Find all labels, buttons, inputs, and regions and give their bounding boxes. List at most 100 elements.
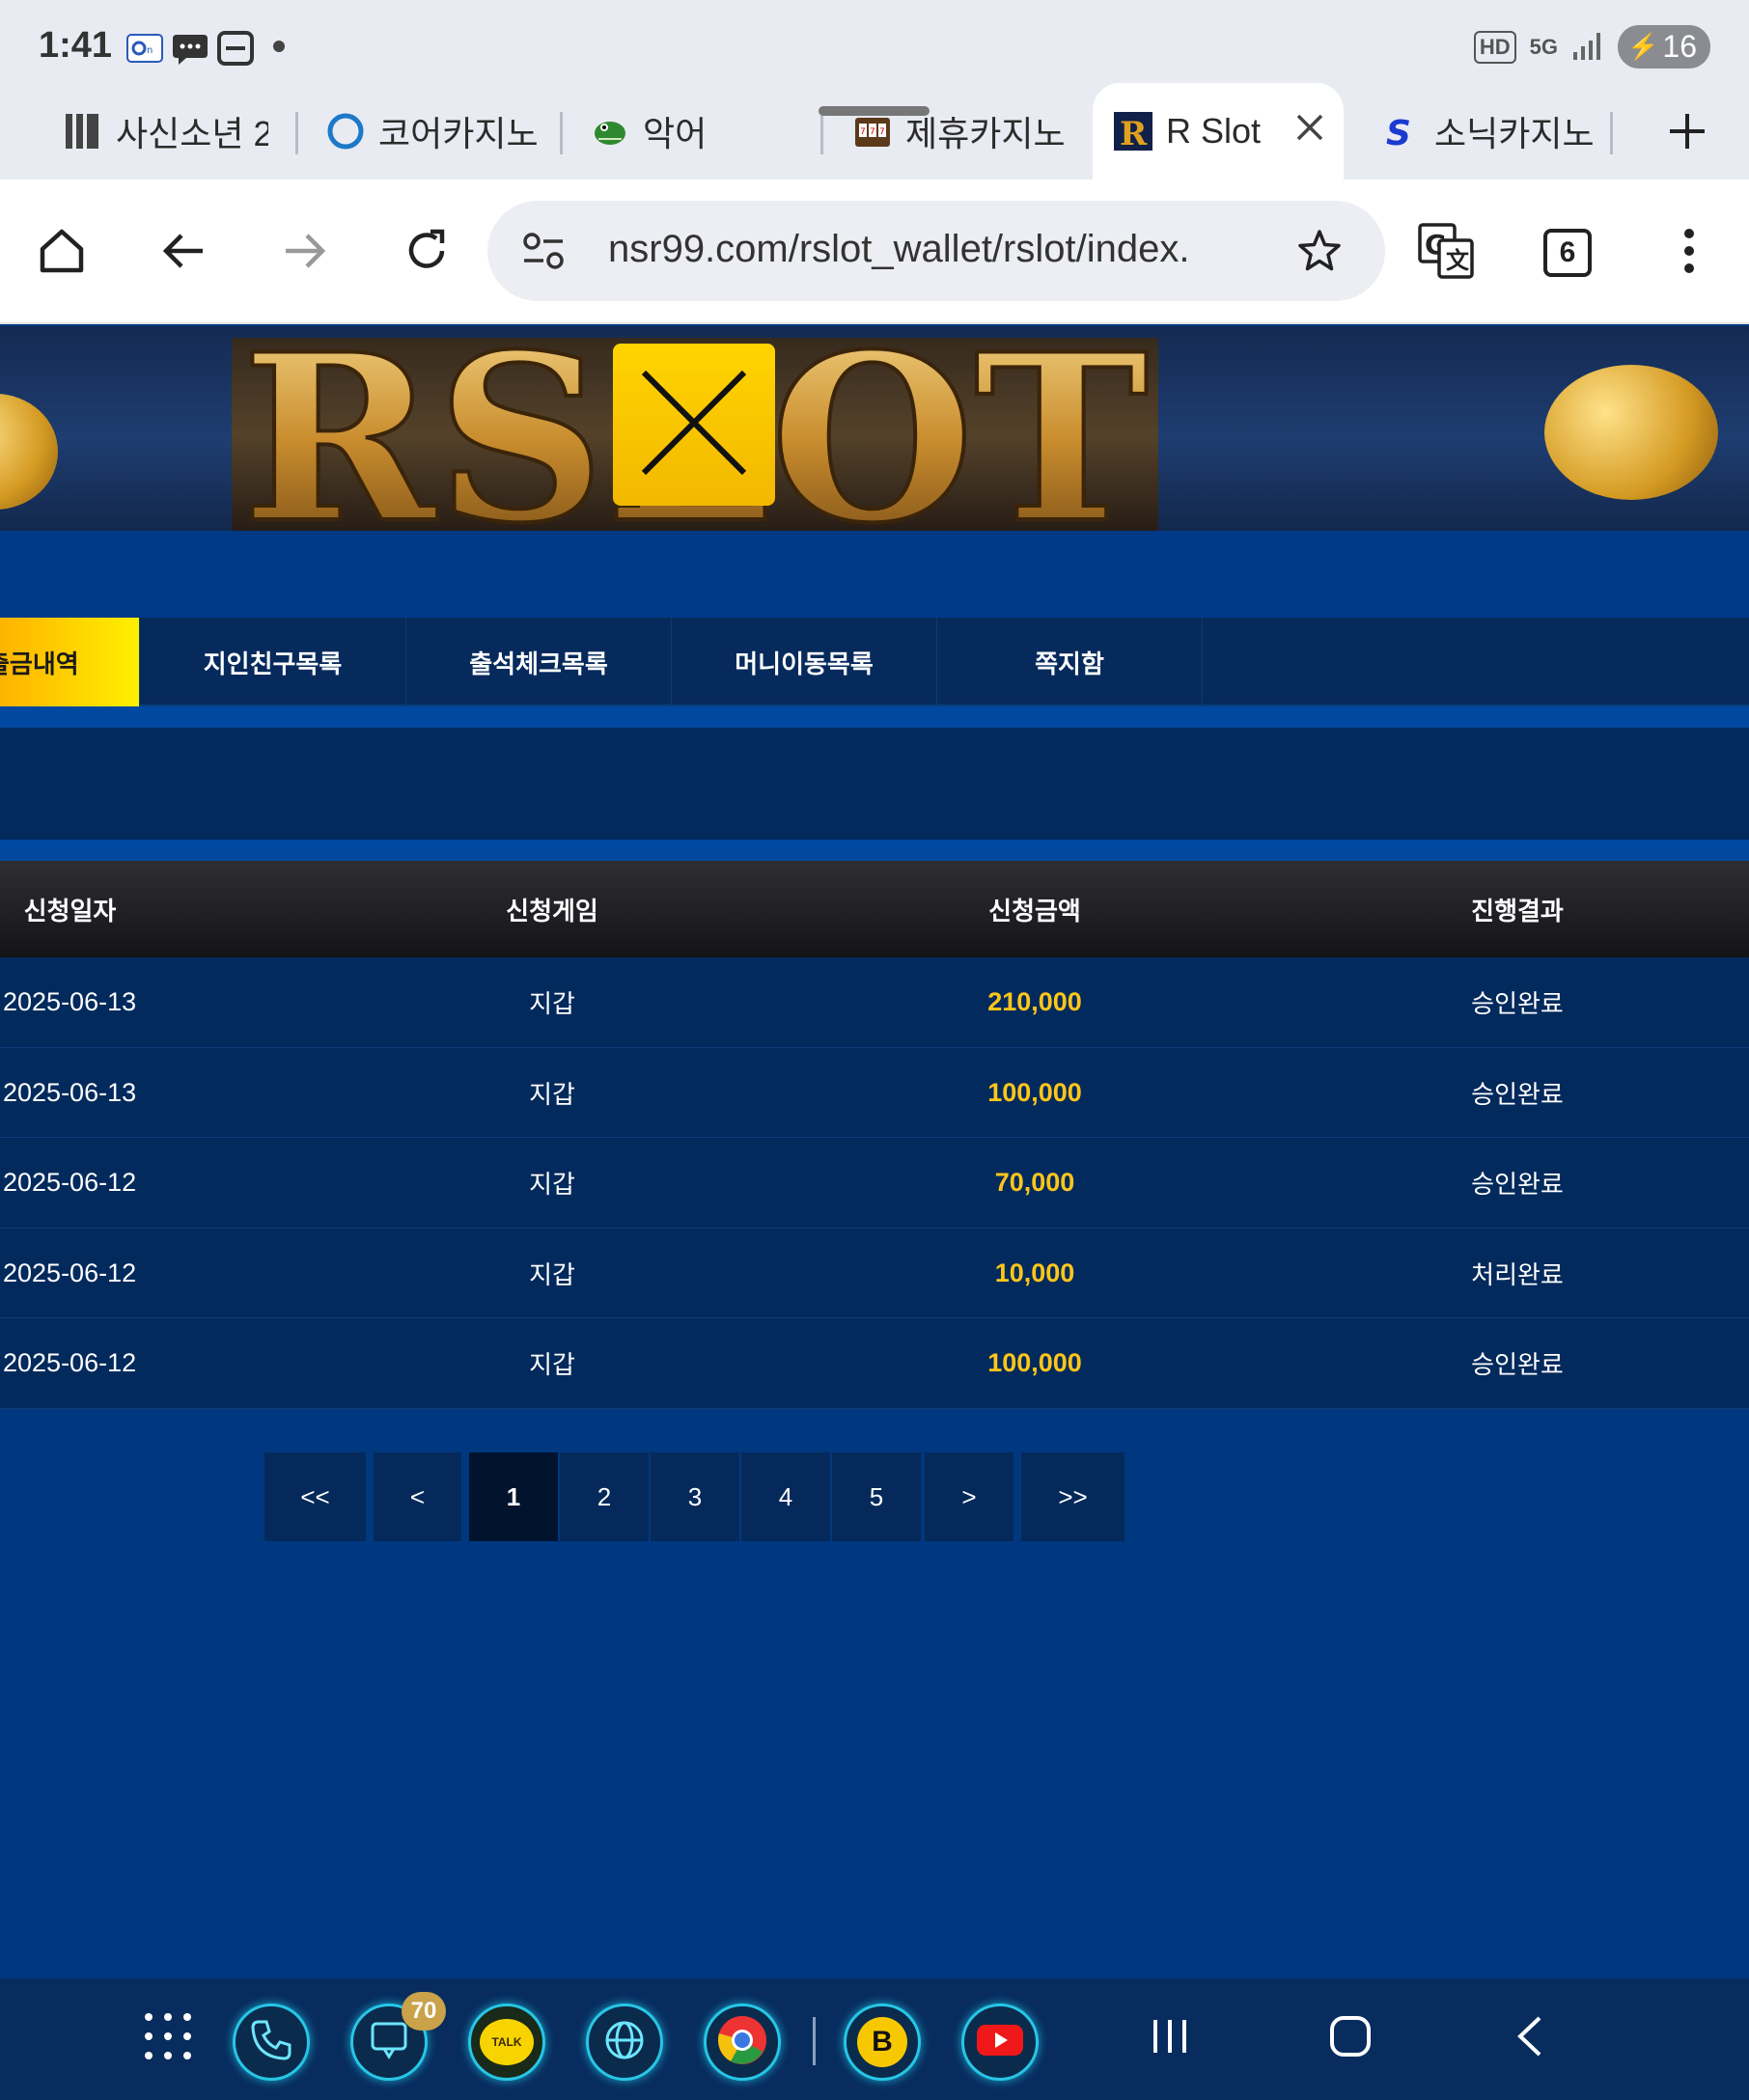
tab-rslot-active[interactable]: R R Slot bbox=[1093, 83, 1344, 180]
pagination: << < 1 2 3 4 5 > >> bbox=[0, 1452, 1749, 1541]
divider bbox=[0, 706, 1749, 728]
tab-6[interactable]: S 소닉카지노 bbox=[1382, 89, 1604, 174]
address-bar[interactable]: nsr99.com/rslot_wallet/rslot/index. bbox=[487, 201, 1385, 301]
close-popup-button[interactable] bbox=[613, 344, 775, 506]
chrome-icon bbox=[716, 2014, 768, 2070]
bookmark-star-icon[interactable] bbox=[1296, 228, 1343, 278]
phone-app[interactable] bbox=[233, 2003, 310, 2081]
app-notification-icon bbox=[216, 29, 255, 68]
home-icon bbox=[37, 226, 87, 280]
svg-text:7: 7 bbox=[879, 127, 885, 137]
tab-3[interactable]: 악어 bbox=[591, 89, 784, 174]
status-bar: 1:41 n HD 5G ⚡ 16 bbox=[0, 0, 1749, 89]
arrow-left-icon bbox=[158, 226, 208, 280]
tab-separator bbox=[1610, 112, 1613, 154]
status-indicators: HD 5G ⚡ 16 bbox=[1473, 25, 1710, 69]
nav-item-friend-list[interactable]: 지인친구목록 bbox=[140, 618, 406, 706]
home-nav-button[interactable] bbox=[1321, 2009, 1379, 2067]
tab-4[interactable]: 777 제휴카지노 bbox=[853, 89, 1075, 174]
next-page-button[interactable]: > bbox=[925, 1452, 1013, 1541]
site-settings-icon[interactable] bbox=[522, 232, 565, 274]
tab-strip: 사신소년 2 코어카지노 악어 777 제휴카지노 R R Slot S 소닉카… bbox=[0, 83, 1749, 180]
phone-icon bbox=[249, 2018, 293, 2066]
last-page-button[interactable]: >> bbox=[1021, 1452, 1124, 1541]
internet-app[interactable] bbox=[586, 2003, 663, 2081]
cell-result: 승인완료 bbox=[1471, 1351, 1564, 1380]
tab-6-label: 소닉카지노 bbox=[1434, 114, 1595, 153]
column-header-amount: 신청금액 bbox=[988, 897, 1081, 926]
grid-dots-icon bbox=[141, 2013, 195, 2067]
translate-icon: G文 bbox=[1416, 221, 1476, 285]
recent-apps-button[interactable] bbox=[1141, 2009, 1199, 2067]
cell-date: 2025-06-12 bbox=[3, 1348, 137, 1377]
back-button[interactable] bbox=[153, 222, 214, 284]
svg-text:n: n bbox=[147, 45, 153, 56]
tab-switcher-button[interactable]: 6 bbox=[1537, 222, 1598, 284]
tab-4-label: 제휴카지노 bbox=[905, 114, 1066, 153]
cell-game: 지갑 bbox=[529, 1171, 575, 1200]
ring-icon bbox=[326, 112, 365, 151]
url-text[interactable]: nsr99.com/rslot_wallet/rslot/index. bbox=[608, 228, 1226, 271]
first-page-button[interactable]: << bbox=[264, 1452, 366, 1541]
crocodile-icon bbox=[591, 112, 629, 151]
tab-separator bbox=[295, 112, 298, 154]
prev-page-button[interactable]: < bbox=[374, 1452, 461, 1541]
barcode-icon bbox=[64, 112, 102, 151]
column-header-date: 신청일자 bbox=[23, 897, 117, 926]
nav-item-withdrawal-history[interactable]: 출금내역 bbox=[0, 618, 140, 706]
cell-date: 2025-06-12 bbox=[3, 1168, 137, 1197]
nav-item-label: 출금내역 bbox=[0, 649, 79, 679]
close-x-icon bbox=[636, 365, 752, 484]
translate-button[interactable]: G文 bbox=[1415, 222, 1477, 284]
close-tab-icon[interactable] bbox=[1293, 111, 1326, 152]
reload-button[interactable] bbox=[396, 222, 458, 284]
charging-bolt-icon: ⚡ bbox=[1627, 32, 1659, 61]
network-5g-indicator: 5G bbox=[1529, 34, 1559, 59]
page-button-4[interactable]: 4 bbox=[741, 1452, 830, 1541]
tab-rslot-label: R Slot bbox=[1166, 111, 1262, 151]
table-row: 2025-06-12 지갑 100,000 승인완료 bbox=[0, 1318, 1749, 1409]
page-button-3[interactable]: 3 bbox=[651, 1452, 739, 1541]
back-nav-button[interactable] bbox=[1502, 2009, 1560, 2067]
new-tab-button[interactable] bbox=[1660, 106, 1714, 160]
tab-1-label: 사신소년 2 bbox=[116, 114, 268, 153]
withdrawal-history-table: 신청일자 신청게임 신청금액 진행결과 2025-06-13 지갑 210,000 승… bbox=[0, 861, 1749, 1409]
menu-button[interactable] bbox=[1658, 222, 1720, 284]
cell-result: 승인완료 bbox=[1471, 1080, 1564, 1110]
recent-apps-icon bbox=[1148, 2014, 1192, 2062]
chevron-left-icon bbox=[1509, 2014, 1553, 2062]
nav-item-message-box[interactable]: 쪽지함 bbox=[937, 618, 1203, 706]
table-row: 2025-06-13 지갑 100,000 승인완료 bbox=[0, 1047, 1749, 1138]
nav-item-label: 머니이동목록 bbox=[735, 649, 874, 679]
battery-indicator: ⚡ 16 bbox=[1618, 25, 1710, 69]
cell-result: 승인완료 bbox=[1471, 1171, 1564, 1200]
kakaotalk-app[interactable]: TALK bbox=[468, 2003, 545, 2081]
column-header-result: 진행결과 bbox=[1471, 897, 1564, 926]
app-drawer-button[interactable] bbox=[141, 2009, 195, 2063]
nav-item-label: 쪽지함 bbox=[1035, 649, 1104, 679]
reload-icon bbox=[402, 226, 452, 280]
nav-item-label: 지인친구목록 bbox=[203, 649, 343, 679]
forward-button[interactable] bbox=[274, 222, 336, 284]
tab-separator bbox=[560, 112, 563, 154]
page-button-5[interactable]: 5 bbox=[832, 1452, 921, 1541]
cell-game: 지갑 bbox=[529, 1080, 575, 1110]
tab-1[interactable]: 사신소년 2 bbox=[64, 89, 268, 174]
page-button-2[interactable]: 2 bbox=[560, 1452, 649, 1541]
signal-icon bbox=[1571, 29, 1604, 66]
home-button[interactable] bbox=[31, 222, 93, 284]
b-app[interactable]: B bbox=[844, 2003, 921, 2081]
nav-item-attendance-list[interactable]: 출석체크목록 bbox=[406, 618, 672, 706]
tab-separator bbox=[820, 112, 823, 154]
svg-text:文: 文 bbox=[1446, 247, 1470, 274]
table-header: 신청일자 신청게임 신청금액 진행결과 bbox=[0, 861, 1749, 957]
youtube-icon bbox=[975, 2021, 1025, 2063]
nav-item-label: 출석체크목록 bbox=[469, 649, 608, 679]
nav-item-money-transfer-list[interactable]: 머니이동목록 bbox=[672, 618, 937, 706]
tab-2[interactable]: 코어카지노 bbox=[326, 89, 548, 174]
page-button-1[interactable]: 1 bbox=[469, 1452, 558, 1541]
youtube-app[interactable] bbox=[961, 2003, 1039, 2081]
cell-game: 지갑 bbox=[529, 990, 575, 1019]
more-notifications-dot bbox=[273, 41, 285, 52]
chrome-app[interactable] bbox=[704, 2003, 781, 2081]
